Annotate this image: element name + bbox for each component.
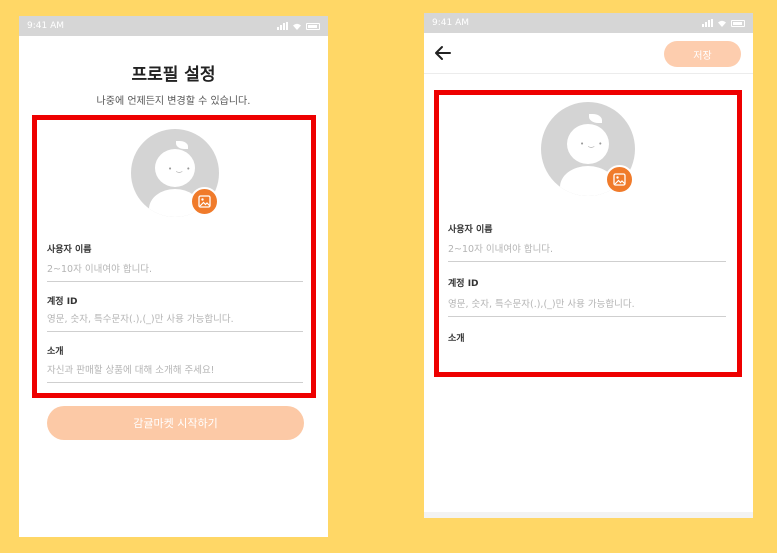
battery-icon <box>306 22 320 30</box>
bio-input[interactable]: 자신과 판매할 상품에 대해 소개해 주세요! <box>47 362 303 383</box>
username-label: 사용자 이름 <box>448 225 493 235</box>
bio-label: 소개 <box>47 347 64 357</box>
status-time: 9:41 AM <box>27 21 64 31</box>
bio-label: 소개 <box>448 334 465 344</box>
username-input[interactable]: 2~10자 이내여야 합니다. <box>47 261 303 282</box>
bottom-edge <box>424 512 753 518</box>
wifi-icon <box>718 20 726 27</box>
account-id-label: 계정 ID <box>47 297 78 307</box>
battery-icon <box>731 19 745 27</box>
status-time: 9:41 AM <box>432 18 469 28</box>
upload-image-button[interactable] <box>190 187 219 216</box>
profile-setup-screen: 9:41 AM 프로필 설정 나중에 언제든지 변경할 수 있습니다. • ‿ … <box>19 16 328 537</box>
account-id-label: 계정 ID <box>448 279 479 289</box>
start-button[interactable]: 감귤마켓 시작하기 <box>47 406 304 440</box>
save-button[interactable]: 저장 <box>664 41 741 67</box>
profile-edit-screen: 9:41 AM 저장 • ‿ • 사용자 이름 2~10자 이내여야 합니다. … <box>424 13 753 518</box>
status-bar: 9:41 AM <box>19 16 328 36</box>
username-input[interactable]: 2~10자 이내여야 합니다. <box>448 241 726 262</box>
signal-icon <box>277 22 288 30</box>
image-icon <box>198 195 211 208</box>
account-id-input[interactable]: 영문, 숫자, 특수문자(.),(_)만 사용 가능합니다. <box>448 296 726 317</box>
account-id-input[interactable]: 영문, 숫자, 특수문자(.),(_)만 사용 가능합니다. <box>47 311 303 332</box>
upload-image-button[interactable] <box>605 165 634 194</box>
status-bar: 9:41 AM <box>424 13 753 33</box>
back-arrow-icon[interactable] <box>434 45 452 61</box>
signal-icon <box>702 19 713 27</box>
page-subtitle: 나중에 언제든지 변경할 수 있습니다. <box>96 96 251 107</box>
wifi-icon <box>293 23 301 30</box>
image-icon <box>613 173 626 186</box>
header-divider <box>424 73 753 74</box>
page-title: 프로필 설정 <box>131 65 216 85</box>
username-label: 사용자 이름 <box>47 245 92 255</box>
